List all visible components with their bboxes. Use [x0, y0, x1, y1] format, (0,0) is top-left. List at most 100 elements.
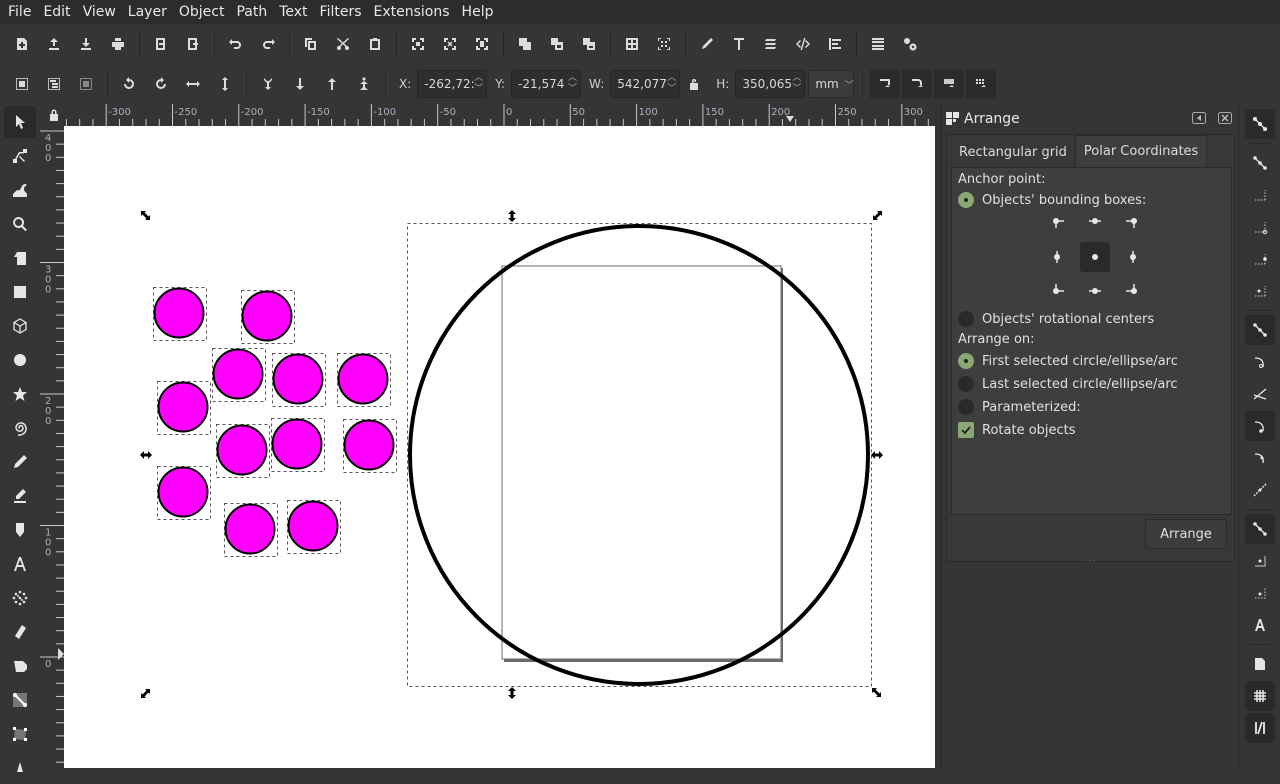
lower-to-bottom-button[interactable] [252, 68, 284, 100]
import-button[interactable] [145, 28, 177, 60]
star-tool[interactable] [4, 378, 36, 410]
snap-bbox-edges-button[interactable] [1245, 180, 1275, 210]
rot-centers-radio[interactable] [958, 311, 974, 327]
save-button[interactable] [70, 28, 102, 60]
copy-button[interactable] [295, 28, 327, 60]
parameterized-option[interactable]: Parameterized: [958, 399, 1081, 415]
anchor-bottom-left[interactable] [1044, 274, 1074, 304]
anchor-bottom-center[interactable] [1080, 274, 1110, 304]
stretch-handle-vertical[interactable] [508, 210, 516, 222]
small-circle[interactable] [216, 424, 268, 476]
stretch-handle-horizontal[interactable] [871, 451, 883, 459]
small-circle[interactable] [241, 290, 293, 342]
flip-horizontal-button[interactable] [177, 68, 209, 100]
raise-to-top-button[interactable] [348, 68, 380, 100]
dock-close-icon[interactable] [1218, 112, 1232, 124]
deselect-button[interactable] [70, 68, 102, 100]
fill-stroke-button[interactable] [691, 28, 723, 60]
small-circle[interactable] [212, 348, 264, 400]
menu-path[interactable]: Path [230, 0, 273, 24]
lower-button[interactable] [284, 68, 316, 100]
bbox-radio[interactable] [958, 192, 974, 208]
snap-bbox-button[interactable] [1245, 148, 1275, 178]
tab-polar-coordinates[interactable]: Polar Coordinates [1074, 135, 1208, 167]
menu-view[interactable]: View [77, 0, 122, 24]
menu-object[interactable]: Object [173, 0, 231, 24]
gradient-tool[interactable] [4, 684, 36, 716]
snap-others-button[interactable] [1245, 514, 1275, 544]
snap-object-center-button[interactable] [1245, 546, 1275, 576]
menu-file[interactable]: File [2, 0, 37, 24]
menu-help[interactable]: Help [456, 0, 500, 24]
anchor-top-right[interactable] [1116, 208, 1146, 238]
snap-cusp-button[interactable] [1245, 411, 1275, 441]
pencil-tool[interactable] [4, 446, 36, 478]
zoom-page-button[interactable] [466, 28, 498, 60]
menu-edit[interactable]: Edit [37, 0, 76, 24]
group-button[interactable] [616, 28, 648, 60]
arrange-button[interactable]: Arrange [1145, 519, 1227, 549]
small-circle[interactable] [337, 353, 389, 405]
snap-bbox-corners-button[interactable] [1245, 212, 1275, 242]
canvas[interactable] [64, 126, 938, 768]
small-circle[interactable] [157, 381, 209, 433]
preferences-button[interactable] [862, 28, 894, 60]
small-circle[interactable] [343, 419, 395, 471]
new-document-button[interactable] [6, 28, 38, 60]
zoom-selection-button[interactable] [402, 28, 434, 60]
rotate-objects-checkbox[interactable] [958, 422, 974, 438]
rectangle-tool[interactable] [4, 276, 36, 308]
lock-proportions-button[interactable] [680, 68, 708, 100]
ellipse-tool[interactable] [4, 344, 36, 376]
y-spin-arrows[interactable]: ︿ ﹀ [568, 73, 577, 95]
cut-button[interactable] [327, 28, 359, 60]
small-circle[interactable] [272, 353, 324, 405]
eraser-tool[interactable] [4, 616, 36, 648]
snap-bbox-midpoints-button[interactable] [1245, 244, 1275, 274]
calligraphy-tool[interactable] [4, 514, 36, 546]
y-spinbox[interactable]: -21,574 ︿ ﹀ [511, 70, 582, 98]
drawing[interactable] [64, 126, 938, 768]
horizontal-ruler[interactable]: -300 -250 -200 -150 -100 -50 0 50 100 150 200 250 30… [40, 104, 938, 126]
align-distribute-button[interactable] [819, 28, 851, 60]
ungroup-button[interactable] [648, 28, 680, 60]
anchor-middle-right[interactable] [1116, 242, 1146, 272]
snap-bbox-center-button[interactable] [1245, 276, 1275, 306]
vertical-ruler[interactable]: 4003002001000 [40, 126, 64, 768]
move-gradients-button[interactable] [934, 69, 965, 99]
undo-button[interactable] [220, 28, 252, 60]
duplicate-button[interactable] [509, 28, 541, 60]
unit-dropdown[interactable]: mm ﹀ [808, 70, 855, 98]
xml-editor-button[interactable] [787, 28, 819, 60]
scale-stroke-button[interactable] [870, 69, 901, 99]
snap-grid-button[interactable] [1245, 681, 1275, 711]
parameterized-radio[interactable] [958, 399, 974, 415]
x-spin-arrows[interactable]: ︿ ﹀ [474, 73, 483, 95]
anchor-middle-left[interactable] [1044, 242, 1074, 272]
last-selected-option[interactable]: Last selected circle/ellipse/arc [958, 376, 1178, 392]
menu-layer[interactable]: Layer [122, 0, 173, 24]
pen-tool[interactable] [4, 480, 36, 512]
select-all-button[interactable] [6, 68, 38, 100]
snap-intersections-button[interactable] [1245, 379, 1275, 409]
mesh-tool[interactable] [4, 718, 36, 750]
small-circle[interactable] [153, 287, 205, 339]
bbox-option[interactable]: Objects' bounding boxes: [958, 192, 1146, 208]
stretch-handle-vertical[interactable] [508, 687, 516, 699]
snap-guide-button[interactable] [1245, 713, 1275, 743]
text-font-button[interactable] [723, 28, 755, 60]
snap-line-midpoints-button[interactable] [1245, 475, 1275, 505]
document-properties-button[interactable] [894, 28, 926, 60]
dock-resize-handle[interactable]: ··· [1084, 556, 1097, 567]
h-spinbox[interactable]: 350,065 ︿ ﹀ [735, 70, 806, 98]
clone-button[interactable] [541, 28, 573, 60]
rotate-ccw-button[interactable] [113, 68, 145, 100]
dropper-tool[interactable] [4, 752, 36, 784]
small-circle[interactable] [224, 503, 276, 555]
scale-handle[interactable] [873, 211, 882, 220]
node-tool[interactable] [4, 140, 36, 172]
small-circle[interactable] [271, 418, 323, 470]
export-button[interactable] [177, 28, 209, 60]
layers-button[interactable] [755, 28, 787, 60]
anchor-top-left[interactable] [1044, 208, 1074, 238]
